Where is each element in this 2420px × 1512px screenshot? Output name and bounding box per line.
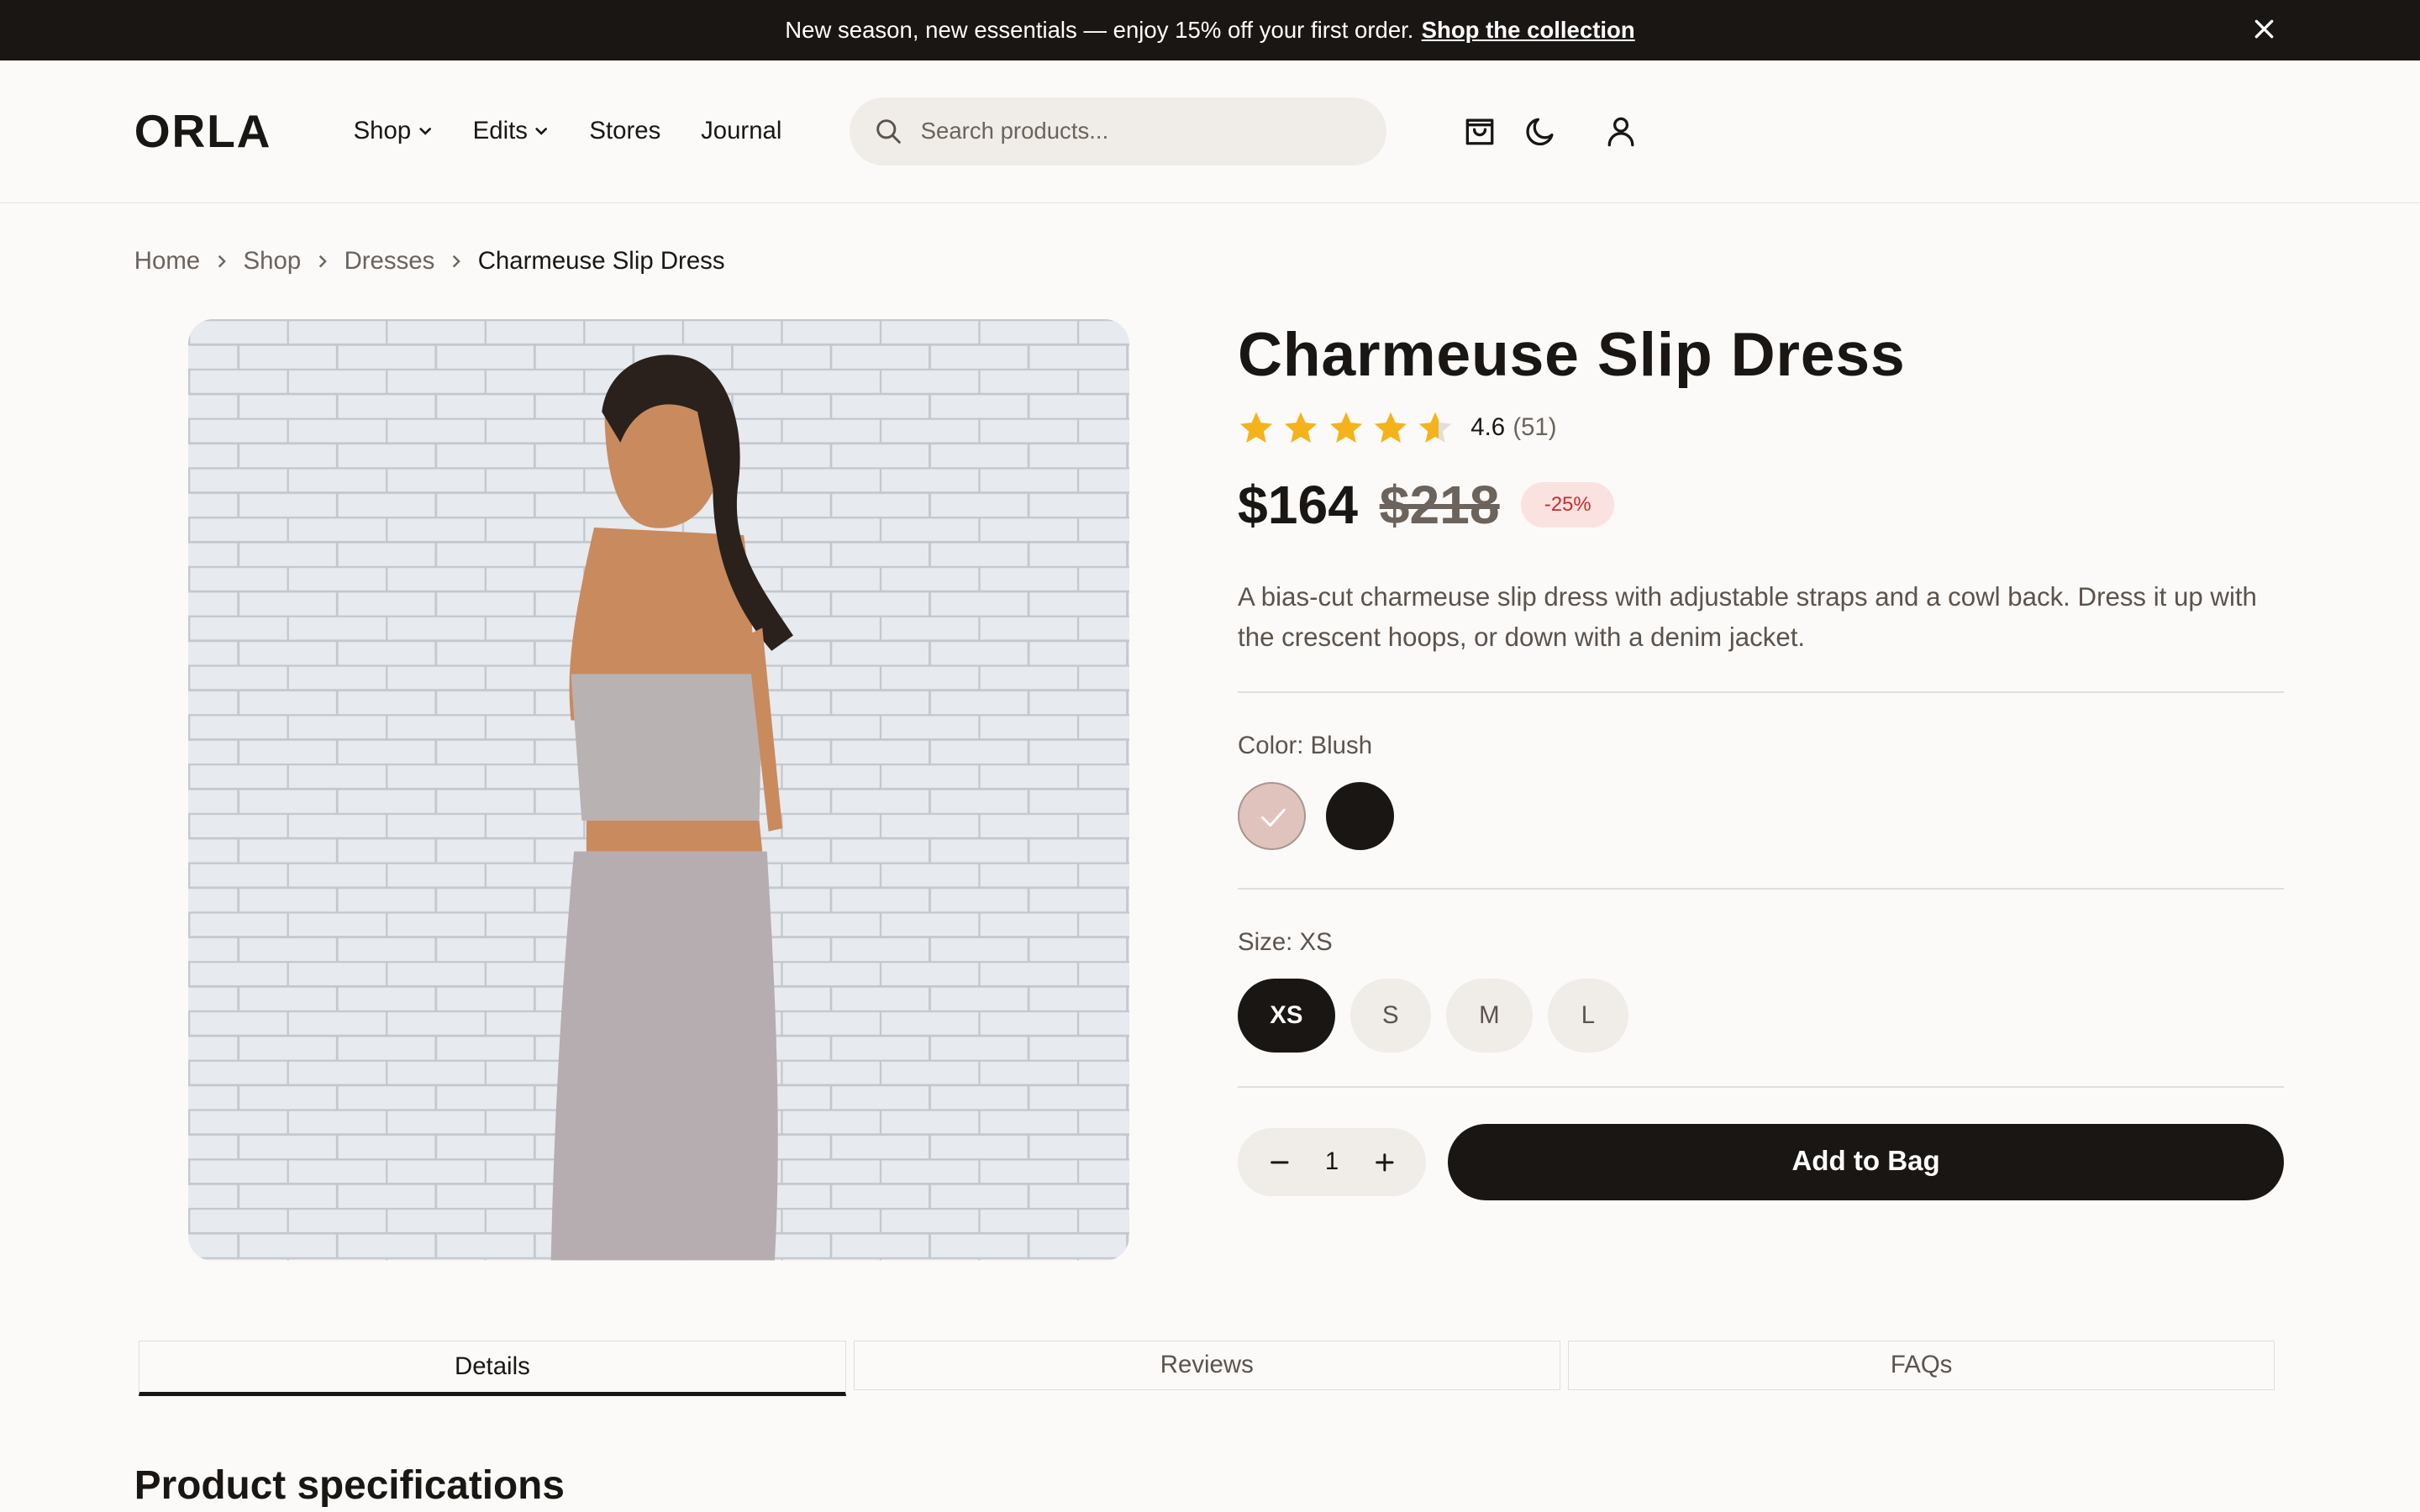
announcement-bar: New season, new essentials — enjoy 15% o… bbox=[0, 0, 2420, 60]
size-option-l[interactable]: L bbox=[1548, 978, 1628, 1053]
size-option-s[interactable]: S bbox=[1350, 978, 1431, 1053]
site-header: ORLA Shop Edits Stores Journal bbox=[0, 60, 2420, 203]
chevron-right-icon bbox=[218, 255, 226, 268]
minus-icon[interactable] bbox=[1269, 1152, 1291, 1173]
product-description: A bias-cut charmeuse slip dress with adj… bbox=[1238, 582, 2257, 653]
rating: 4.6 (51) bbox=[1238, 409, 2284, 446]
color-swatch-blush[interactable] bbox=[1238, 781, 1306, 850]
color-label: Color: Blush bbox=[1238, 732, 1373, 760]
rating-score: 4.6 bbox=[1470, 412, 1506, 441]
search-box[interactable] bbox=[850, 97, 1387, 165]
size-option-m[interactable]: M bbox=[1445, 978, 1533, 1053]
section-title: Product specifications bbox=[134, 1463, 565, 1509]
nav-item-stores[interactable]: Stores bbox=[589, 117, 660, 145]
breadcrumb-shop[interactable]: Shop bbox=[244, 247, 302, 276]
search-input[interactable] bbox=[918, 116, 1356, 146]
product-tabs: Details Reviews FAQs bbox=[139, 1341, 2275, 1397]
add-to-bag-button[interactable]: Add to Bag bbox=[1447, 1123, 2285, 1201]
star-icon bbox=[1329, 412, 1362, 443]
size-options: XS S M L bbox=[1238, 978, 2284, 1053]
star-half-icon bbox=[1418, 412, 1452, 443]
nav-label: Edits bbox=[472, 117, 528, 145]
color-swatch-black[interactable] bbox=[1325, 781, 1394, 850]
chevron-right-icon bbox=[318, 255, 327, 268]
star-icon bbox=[1285, 412, 1318, 443]
tab-faqs[interactable]: FAQs bbox=[1568, 1341, 2275, 1390]
product-photo bbox=[188, 319, 1130, 1261]
breadcrumb-current: Charmeuse Slip Dress bbox=[477, 246, 725, 275]
old-price: $218 bbox=[1379, 474, 1500, 535]
product-image[interactable] bbox=[188, 319, 1130, 1261]
product-info: Charmeuse Slip Dress 4.6 (51) $164 $218 … bbox=[1238, 319, 2285, 1201]
divider bbox=[1238, 691, 2285, 694]
star-icon bbox=[1374, 412, 1407, 443]
search-icon bbox=[876, 118, 901, 144]
breadcrumb-dresses[interactable]: Dresses bbox=[345, 247, 435, 276]
moon-icon[interactable] bbox=[1523, 113, 1560, 150]
breadcrumb: Home Shop Dresses Charmeuse Slip Dress bbox=[134, 247, 725, 276]
chevron-down-icon bbox=[535, 128, 548, 135]
quantity-value: 1 bbox=[1324, 1147, 1339, 1176]
logo[interactable]: ORLA bbox=[134, 104, 354, 158]
nav-item-shop[interactable]: Shop bbox=[354, 117, 433, 145]
price-row: $164 $218 -25% bbox=[1238, 474, 2284, 536]
breadcrumb-home[interactable]: Home bbox=[134, 247, 200, 276]
close-icon[interactable] bbox=[2250, 15, 2278, 43]
check-icon bbox=[1261, 808, 1286, 827]
nav-label: Journal bbox=[701, 117, 782, 145]
quantity-stepper: 1 bbox=[1238, 1128, 1427, 1196]
review-count[interactable]: (51) bbox=[1512, 413, 1556, 442]
cart-row: 1 Add to Bag bbox=[1238, 1123, 2285, 1201]
plus-icon[interactable] bbox=[1374, 1152, 1396, 1173]
nav-item-journal[interactable]: Journal bbox=[701, 117, 781, 145]
nav-item-edits[interactable]: Edits bbox=[473, 117, 550, 145]
discount-badge: -25% bbox=[1521, 481, 1615, 528]
user-icon[interactable] bbox=[1602, 113, 1639, 150]
nav-label: Stores bbox=[589, 117, 661, 145]
nav-label: Shop bbox=[353, 117, 412, 145]
chevron-down-icon bbox=[418, 128, 431, 135]
divider bbox=[1238, 1086, 2285, 1089]
star-icon bbox=[1239, 412, 1273, 443]
size-label: Size: XS bbox=[1238, 928, 1333, 957]
tab-details[interactable]: Details bbox=[139, 1341, 846, 1397]
tab-reviews[interactable]: Reviews bbox=[853, 1341, 1560, 1390]
product-title: Charmeuse Slip Dress bbox=[1238, 319, 1906, 390]
announcement-text: New season, new essentials — enjoy 15% o… bbox=[785, 16, 1414, 43]
main-nav: Shop Edits Stores Journal bbox=[354, 117, 782, 145]
price: $164 bbox=[1238, 474, 1358, 535]
color-swatches bbox=[1238, 781, 2284, 850]
shop-collection-link[interactable]: Shop the collection bbox=[1422, 17, 1635, 44]
size-option-xs[interactable]: XS bbox=[1238, 978, 1335, 1053]
chevron-right-icon bbox=[452, 255, 460, 268]
shopping-bag-icon[interactable] bbox=[1461, 113, 1498, 150]
header-icons bbox=[1461, 113, 1640, 150]
divider bbox=[1238, 888, 2285, 890]
